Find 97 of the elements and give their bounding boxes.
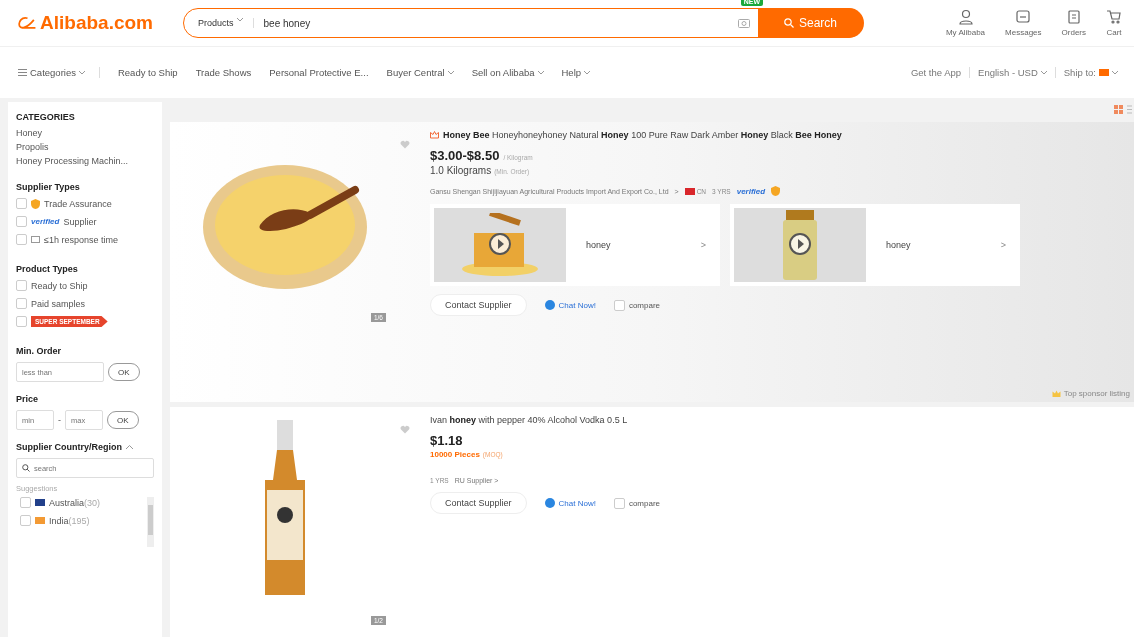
- chevron-down-icon: [584, 70, 591, 75]
- filter-label: Supplier: [63, 216, 97, 227]
- chevron-down-icon: [537, 70, 544, 75]
- checkbox[interactable]: [16, 198, 27, 209]
- filter-label: Paid samples: [31, 298, 86, 309]
- search-bar[interactable]: Products bee honey Search: [183, 8, 863, 38]
- chevron-down-icon: [236, 18, 243, 22]
- checkbox[interactable]: [16, 280, 27, 291]
- flag-icon: [1099, 69, 1109, 76]
- crown-icon: [1051, 389, 1061, 398]
- checkbox[interactable]: [16, 234, 27, 245]
- document-icon: [1065, 9, 1082, 25]
- chevron-down-icon: [78, 70, 85, 75]
- menu-icon: [18, 69, 27, 76]
- checkbox[interactable]: [20, 515, 31, 526]
- grid-view-icon[interactable]: [1114, 105, 1123, 114]
- nav-link[interactable]: Ship to:: [1054, 67, 1126, 78]
- product-price: $1.18: [430, 433, 463, 448]
- checkbox[interactable]: [16, 316, 27, 327]
- country-label: India(195): [49, 515, 90, 526]
- arrow-text: >: [700, 240, 706, 250]
- ok-button[interactable]: OK: [108, 363, 140, 381]
- header-action[interactable]: Orders: [1061, 9, 1086, 37]
- nav-link[interactable]: Personal Protective E...: [269, 67, 369, 78]
- shield-icon: [31, 198, 40, 209]
- section-title: Supplier Types: [16, 182, 81, 192]
- checkbox[interactable]: [20, 497, 31, 508]
- contact-supplier-button[interactable]: Contact Supplier: [430, 294, 527, 316]
- filter-label: ≤1h response time: [44, 234, 118, 245]
- product-title[interactable]: Honey Bee Honeyhoneyhoney Natural Honey 100 Pure Raw Dark Amber Honey Black Bee Honey: [443, 130, 842, 140]
- section-title: Min. Order: [16, 346, 62, 356]
- checkbox[interactable]: [16, 216, 27, 227]
- list-view-icon[interactable]: [1127, 105, 1132, 114]
- search-icon: [22, 464, 30, 472]
- nav-link[interactable]: Get the App: [902, 67, 970, 78]
- nav-link[interactable]: Categories: [18, 67, 100, 78]
- shield-icon: [771, 186, 781, 196]
- category-link[interactable]: Honey Processing Machin...: [16, 156, 154, 166]
- ok-button[interactable]: OK: [107, 411, 139, 429]
- verified-label: verified: [31, 217, 60, 226]
- chevron-down-icon: [1112, 70, 1118, 75]
- chevron-up-icon[interactable]: [126, 445, 133, 449]
- video-label: honey: [586, 240, 612, 250]
- logo-icon: [18, 15, 37, 31]
- filter-label: Ready to Ship: [31, 280, 88, 291]
- product-title[interactable]: Ivan honey with pepper 40% Alcohol Vodka 0.5 L: [430, 415, 628, 425]
- filter-label: Trade Assurance: [44, 198, 112, 209]
- section-title: Price: [16, 394, 40, 404]
- chevron-down-icon: [447, 70, 454, 75]
- category-dropdown[interactable]: Products: [184, 18, 254, 28]
- video-card[interactable]: honey >: [430, 204, 720, 286]
- header-action[interactable]: Cart: [1106, 9, 1122, 37]
- checkbox[interactable]: [16, 298, 27, 309]
- section-title: Supplier Country/Region: [16, 442, 122, 452]
- section-title: CATEGORIES: [16, 112, 76, 122]
- chat-now-link[interactable]: Chat Now!: [544, 498, 596, 508]
- verified-label: verified: [736, 186, 766, 196]
- nav-link[interactable]: English - USD: [969, 67, 1055, 78]
- heart-icon[interactable]: [400, 425, 410, 434]
- video-label: honey: [886, 240, 912, 250]
- flag-icon: [35, 517, 45, 524]
- min-order: 10000 Pieces: [430, 450, 480, 459]
- user-icon: [957, 9, 974, 25]
- camera-icon[interactable]: [737, 18, 750, 28]
- checkbox[interactable]: [613, 497, 625, 509]
- nav-link[interactable]: Trade Shows: [195, 67, 252, 78]
- flag-icon: [35, 499, 45, 506]
- scrollbar[interactable]: [147, 497, 154, 547]
- range-separator: -: [58, 415, 61, 425]
- country-label: Australia(30): [49, 497, 101, 508]
- compare-label: compare: [628, 498, 661, 508]
- nav-link[interactable]: Ready to Ship: [117, 67, 178, 78]
- category-link[interactable]: Honey: [16, 128, 154, 138]
- search-input[interactable]: bee honey: [253, 17, 738, 29]
- header-action[interactable]: Messages: [1005, 9, 1042, 37]
- message-icon: [1015, 9, 1032, 25]
- contact-supplier-button[interactable]: Contact Supplier: [430, 492, 527, 514]
- nav-link[interactable]: Buyer Central: [386, 67, 454, 78]
- video-card[interactable]: honey >: [730, 204, 1020, 286]
- search-icon: [784, 18, 794, 28]
- category-link[interactable]: Propolis: [16, 142, 154, 152]
- nav-link[interactable]: Help: [561, 67, 591, 78]
- cart-icon: [1106, 9, 1122, 25]
- heart-icon[interactable]: [400, 140, 410, 149]
- arrow-text: >: [1000, 240, 1006, 250]
- product-price: $3.00-$8.50: [430, 148, 500, 163]
- compare-label: compare: [628, 300, 661, 310]
- min-order: 1.0 Kilograms: [430, 165, 492, 176]
- header-action[interactable]: My Alibaba: [945, 9, 986, 37]
- nav-link[interactable]: Sell on Alibaba: [471, 67, 544, 78]
- checkbox[interactable]: [613, 299, 625, 311]
- section-title: Product Types: [16, 264, 79, 274]
- chat-now-link[interactable]: Chat Now!: [544, 300, 596, 310]
- chevron-down-icon: [1040, 70, 1047, 75]
- crown-icon: [430, 131, 439, 139]
- sponsor-label: Top sponsor listing: [1063, 389, 1130, 398]
- flag-icon: [684, 187, 695, 195]
